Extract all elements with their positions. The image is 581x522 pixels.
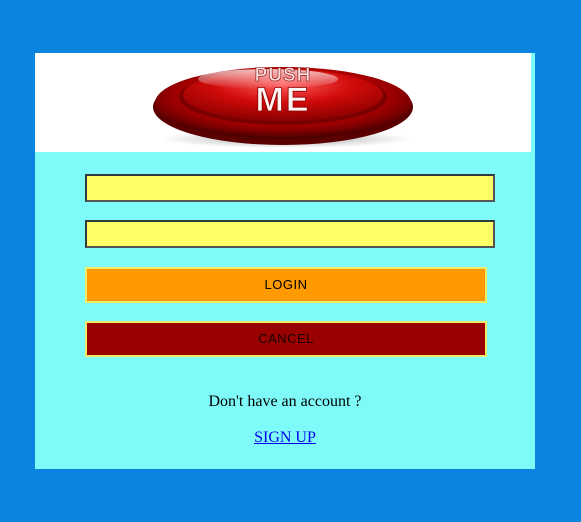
no-account-text: Don't have an account ? [208, 393, 362, 410]
login-button[interactable]: LOGIN [85, 267, 487, 303]
logo-header: PUSH ME [35, 53, 531, 152]
signup-row: SIGN UP [35, 429, 535, 447]
password-field[interactable] [85, 220, 495, 248]
username-field[interactable] [85, 174, 495, 202]
signup-link[interactable]: SIGN UP [254, 429, 316, 446]
push-me-logo: PUSH ME [153, 65, 413, 148]
logo-text-me: ME [256, 81, 311, 119]
cancel-button[interactable]: CANCEL [85, 321, 487, 357]
login-card: PUSH ME LOGIN CANCEL Don't have an accou… [35, 53, 535, 469]
